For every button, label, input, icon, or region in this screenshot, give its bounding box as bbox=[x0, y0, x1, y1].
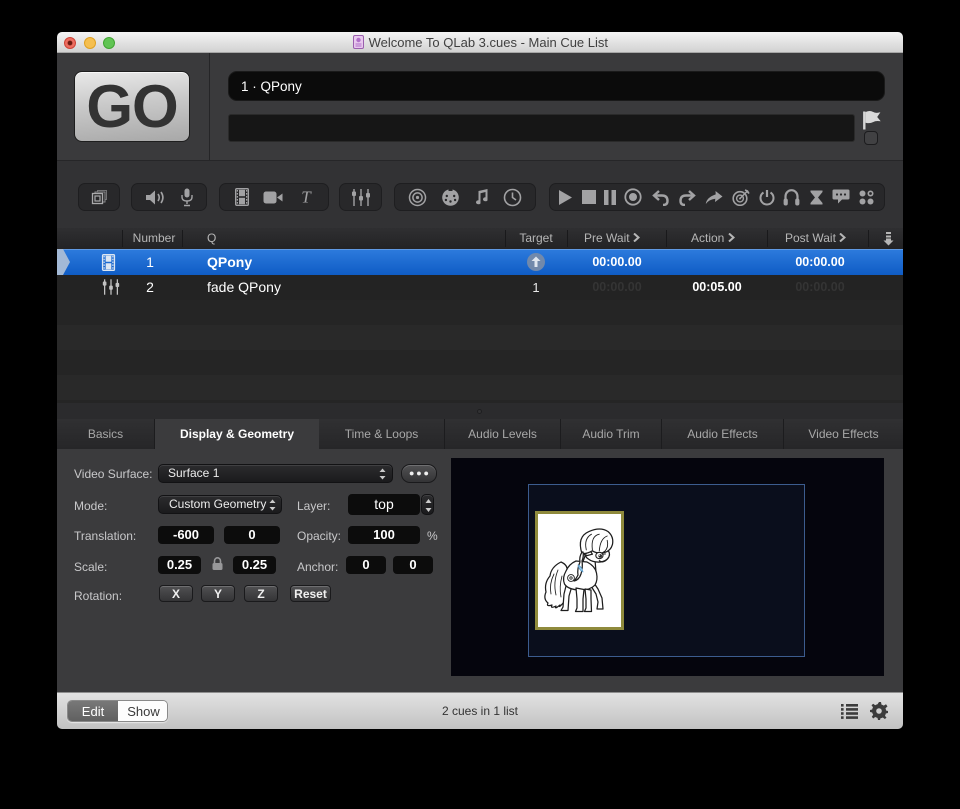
svg-text:T: T bbox=[301, 189, 312, 205]
